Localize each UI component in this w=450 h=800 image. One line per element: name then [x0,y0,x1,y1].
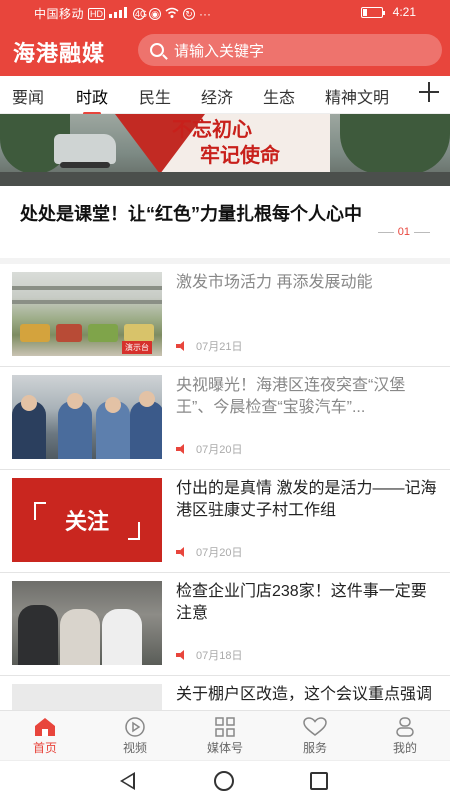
banner-title: 处处是课堂！让“红色”力量扎根每个人心中 [20,204,362,224]
news-item[interactable]: 演示台 激发市场活力 再添发展动能 07月21日 [0,264,450,367]
speaker-icon[interactable] [176,444,188,454]
battery-icon [360,6,385,18]
news-date: 07月20日 [196,547,243,559]
nav-video[interactable]: 视频 [103,717,167,756]
system-nav-bar [0,760,450,800]
speaker-icon[interactable] [176,650,188,660]
news-item[interactable]: 检查企业门店238家！这件事一定要注意 07月18日 [0,573,450,676]
back-icon[interactable] [120,772,135,790]
person-icon [393,717,417,737]
nav-mine[interactable]: 我的 [373,717,437,756]
recent-apps-icon[interactable] [310,772,328,790]
grid-icon [213,717,237,737]
status-bar: 中国移动 HD 4G ◉ ↻ ··· 4:21 [0,0,450,24]
news-thumbnail [12,375,162,459]
news-title: 检查企业门店238家！这件事一定要注意 [176,583,427,622]
news-date: 07月18日 [196,650,243,662]
carrier-label: 中国移动 [34,7,85,21]
network-icon: 4G [133,7,148,20]
news-date: 07月20日 [196,444,243,456]
tab-jingshenwenming[interactable]: 精神文明 [325,84,389,108]
app-brand: 海港融媒 [13,41,106,66]
banner-slogan: 不忘初心 牢记使命 [172,117,280,167]
home-button-icon[interactable] [214,771,234,791]
app-screen: 中国移动 HD 4G ◉ ↻ ··· 4:21 海港融媒 请输入关键字 要闻 时… [0,0,450,800]
news-date: 07月21日 [196,341,243,353]
banner-image[interactable]: 不忘初心 牢记使命 [0,114,450,186]
nav-service[interactable]: 服务 [283,717,347,756]
tab-shizheng[interactable]: 时政 [76,84,108,108]
banner-car [54,134,116,168]
video-icon [123,717,147,737]
speaker-icon[interactable] [176,341,188,351]
tab-minsheng[interactable]: 民生 [139,84,171,108]
news-thumbnail: 关注 [12,478,162,562]
wifi-icon [165,7,179,21]
hd-icon: HD [88,7,106,20]
nav-home[interactable]: 首页 [13,717,77,756]
carousel-page-number: 01 [397,226,410,238]
news-title: 付出的是真情 激发的是活力——记海港区驻康丈子村工作组 [176,480,437,519]
app-notification-icon: ◉ [149,7,162,20]
tab-jingji[interactable]: 经济 [201,84,233,108]
carousel-indicator: 01 [377,226,430,238]
search-bar[interactable]: 请输入关键字 [138,34,442,66]
search-placeholder: 请输入关键字 [174,42,265,60]
header-bar: 中国移动 HD 4G ◉ ↻ ··· 4:21 海港融媒 请输入关键字 [0,0,450,76]
home-icon [33,717,57,737]
news-title: 关于棚户区改造，这个会议重点强调 [176,686,433,703]
category-tabs: 要闻 时政 民生 经济 生态 精神文明 [0,76,450,114]
news-thumbnail: 演示台 [12,272,162,356]
banner-headline[interactable]: 处处是课堂！让“红色”力量扎根每个人心中 01 [0,186,450,258]
nav-media[interactable]: 媒体号 [193,717,257,756]
news-item[interactable]: 关注 付出的是真情 激发的是活力——记海港区驻康丈子村工作组 07月20日 [0,470,450,573]
signal-icon [109,6,129,21]
news-title: 激发市场活力 再添发展动能 [176,274,373,291]
search-icon [150,43,164,57]
news-title: 央视曝光！海港区连夜突查“汉堡王”、今晨检查“宝骏汽车”... [176,377,406,416]
clock: 4:21 [392,5,416,19]
news-thumbnail [12,581,162,665]
tab-shengtai[interactable]: 生态 [263,84,295,108]
more-dots-icon: ··· [199,6,212,21]
heart-icon [303,717,327,737]
tab-yaowen[interactable]: 要闻 [12,84,44,108]
add-channel-icon[interactable] [418,81,440,103]
speaker-icon[interactable] [176,547,188,557]
news-item[interactable]: 央视曝光！海港区连夜突查“汉堡王”、今晨检查“宝骏汽车”... 07月20日 [0,367,450,470]
bottom-nav: 首页 视频 媒体号 服务 我的 [0,710,450,760]
sync-icon: ↻ [183,7,196,20]
